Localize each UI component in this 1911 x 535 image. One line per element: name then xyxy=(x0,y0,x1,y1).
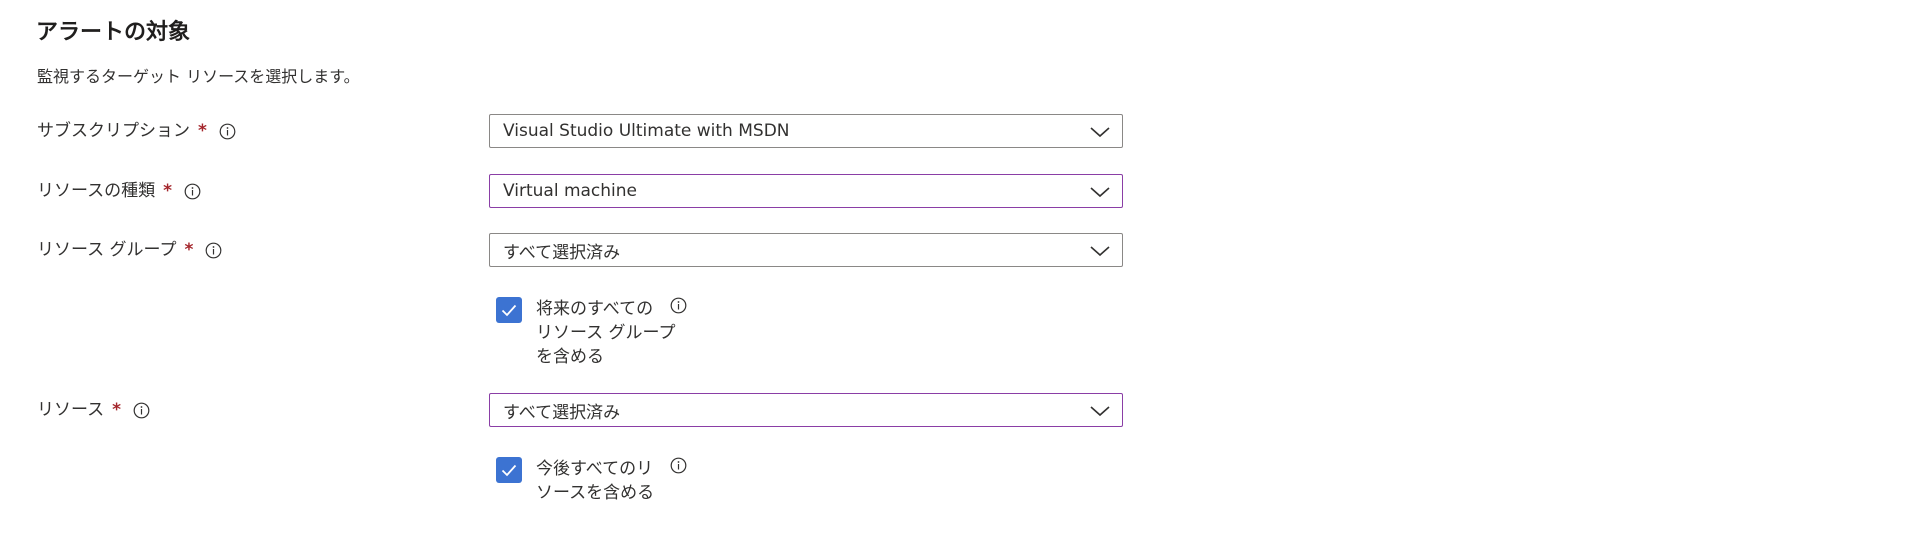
label-line: 今後すべてのリ xyxy=(536,459,654,479)
label-line: 将来のすべての xyxy=(536,299,654,319)
resource-type-label-text: リソースの種類 xyxy=(37,181,156,201)
resource-dropdown[interactable]: すべて選択済み xyxy=(489,393,1123,427)
chevron-down-icon xyxy=(1090,243,1110,257)
checkmark-icon xyxy=(501,304,517,317)
include-future-resources-checkbox[interactable] xyxy=(496,457,522,483)
chevron-down-icon xyxy=(1090,184,1110,198)
info-icon[interactable] xyxy=(670,457,687,474)
label-line: リソース グループ xyxy=(536,323,676,343)
include-future-resource-groups-label: 将来のすべての リソース グループ を含める xyxy=(536,297,676,369)
resource-type-label: リソースの種類 * xyxy=(37,179,201,203)
resource-group-label: リソース グループ * xyxy=(37,238,222,262)
checkmark-icon xyxy=(501,464,517,477)
subscription-label: サブスクリプション * xyxy=(37,119,236,143)
info-icon[interactable] xyxy=(219,123,236,140)
required-asterisk: * xyxy=(163,181,173,201)
resource-group-dropdown-value: すべて選択済み xyxy=(503,242,621,263)
resource-label-text: リソース xyxy=(37,400,105,420)
chevron-down-icon xyxy=(1090,403,1110,417)
subscription-dropdown-value: Visual Studio Ultimate with MSDN xyxy=(503,121,790,141)
info-icon[interactable] xyxy=(133,402,150,419)
resource-group-label-text: リソース グループ xyxy=(37,240,177,260)
resource-dropdown-value: すべて選択済み xyxy=(503,402,621,423)
label-line: ソースを含める xyxy=(536,483,655,503)
resource-type-dropdown-value: Virtual machine xyxy=(503,181,638,201)
resource-type-dropdown[interactable]: Virtual machine xyxy=(489,174,1123,208)
resource-label: リソース * xyxy=(37,398,150,422)
required-asterisk: * xyxy=(198,121,207,141)
required-asterisk: * xyxy=(112,400,122,420)
include-future-resource-groups-checkbox[interactable] xyxy=(496,297,522,323)
subscription-label-text: サブスクリプション xyxy=(37,121,190,141)
info-icon[interactable] xyxy=(205,242,222,259)
subscription-dropdown[interactable]: Visual Studio Ultimate with MSDN xyxy=(489,114,1123,148)
required-asterisk: * xyxy=(184,240,194,260)
info-icon[interactable] xyxy=(184,183,201,200)
resource-group-dropdown[interactable]: すべて選択済み xyxy=(489,233,1123,267)
chevron-down-icon xyxy=(1090,124,1110,138)
section-title: アラートの対象 xyxy=(36,20,191,45)
info-icon[interactable] xyxy=(670,297,687,314)
include-future-resources-label: 今後すべてのリ ソースを含める xyxy=(536,457,676,505)
label-line: を含める xyxy=(536,347,604,367)
section-description: 監視するターゲット リソースを選択します。 xyxy=(37,67,360,86)
